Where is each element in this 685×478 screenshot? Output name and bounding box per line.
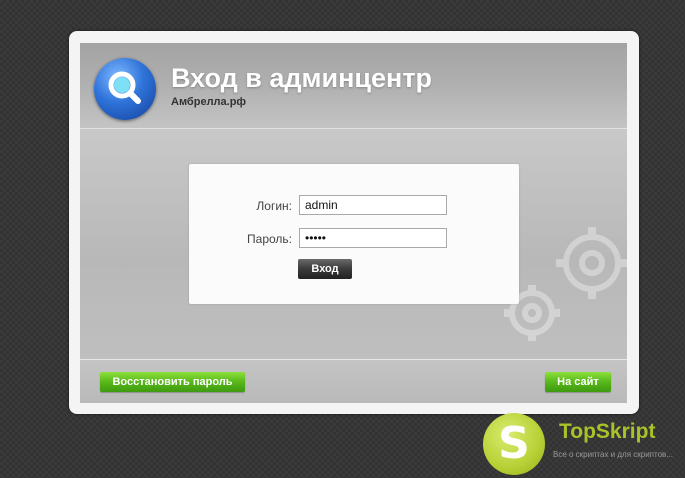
site-name: Амбрелла.рф [171, 96, 247, 108]
watermark-name: TopSkript [559, 420, 656, 443]
to-site-button[interactable]: На сайт [545, 372, 611, 392]
footer: Восстановить пароль На сайт [80, 359, 627, 403]
page-title: Вход в админцентр [171, 63, 433, 93]
watermark-tagline: Все о скриптах и для скриптов... [553, 450, 673, 459]
login-label: Логин: [256, 199, 292, 213]
watermark-letter: S [498, 418, 530, 469]
search-icon [94, 58, 156, 120]
watermark-logo-icon: S [483, 413, 545, 475]
password-label: Пароль: [247, 232, 292, 246]
login-window: Вход в админцентр Амбрелла.рф Логин: adm… [69, 31, 639, 414]
login-form: Логин: Пароль: Вход [189, 164, 519, 304]
login-input[interactable] [299, 195, 447, 215]
header: Вход в админцентр Амбрелла.рф [80, 43, 627, 129]
password-input[interactable] [299, 228, 447, 248]
login-panel: Вход в админцентр Амбрелла.рф Логин: adm… [80, 43, 627, 403]
topskript-watermark: S TopSkript Все о скриптах и для скрипто… [483, 410, 683, 476]
restore-password-button[interactable]: Восстановить пароль [100, 372, 245, 392]
login-button[interactable]: Вход [298, 259, 352, 279]
